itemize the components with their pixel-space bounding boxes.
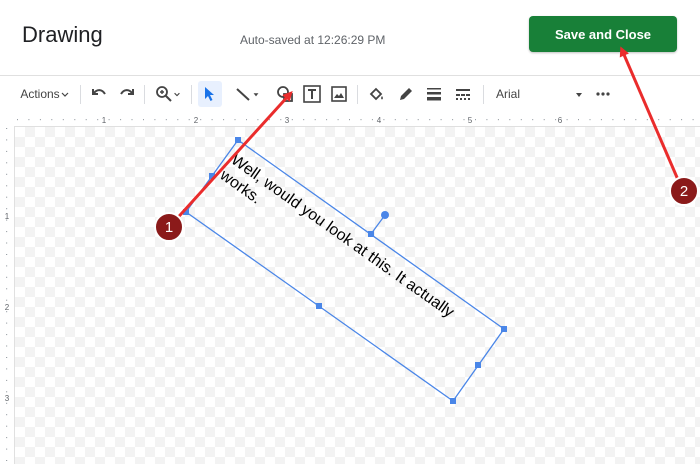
badge-number: 2 (680, 183, 688, 200)
text-box[interactable]: Well, would you look at this. It actuall… (183, 137, 507, 404)
rotation-handle[interactable] (381, 211, 389, 219)
annotation-badge: 1 (154, 212, 184, 242)
resize-handle[interactable] (475, 362, 481, 368)
annotation-badge: 2 (669, 176, 699, 206)
resize-handle[interactable] (368, 231, 374, 237)
annotation-arrow (619, 46, 684, 190)
resize-handle[interactable] (316, 303, 322, 309)
badge-number: 1 (165, 219, 173, 236)
annotation-arrow (170, 91, 293, 226)
resize-handle[interactable] (235, 137, 241, 143)
resize-handle[interactable] (450, 398, 456, 404)
text-box-line: Well, would you look at this. It actuall… (228, 151, 457, 321)
canvas-overlay: Well, would you look at this. It actuall… (154, 46, 699, 404)
resize-handle[interactable] (501, 326, 507, 332)
